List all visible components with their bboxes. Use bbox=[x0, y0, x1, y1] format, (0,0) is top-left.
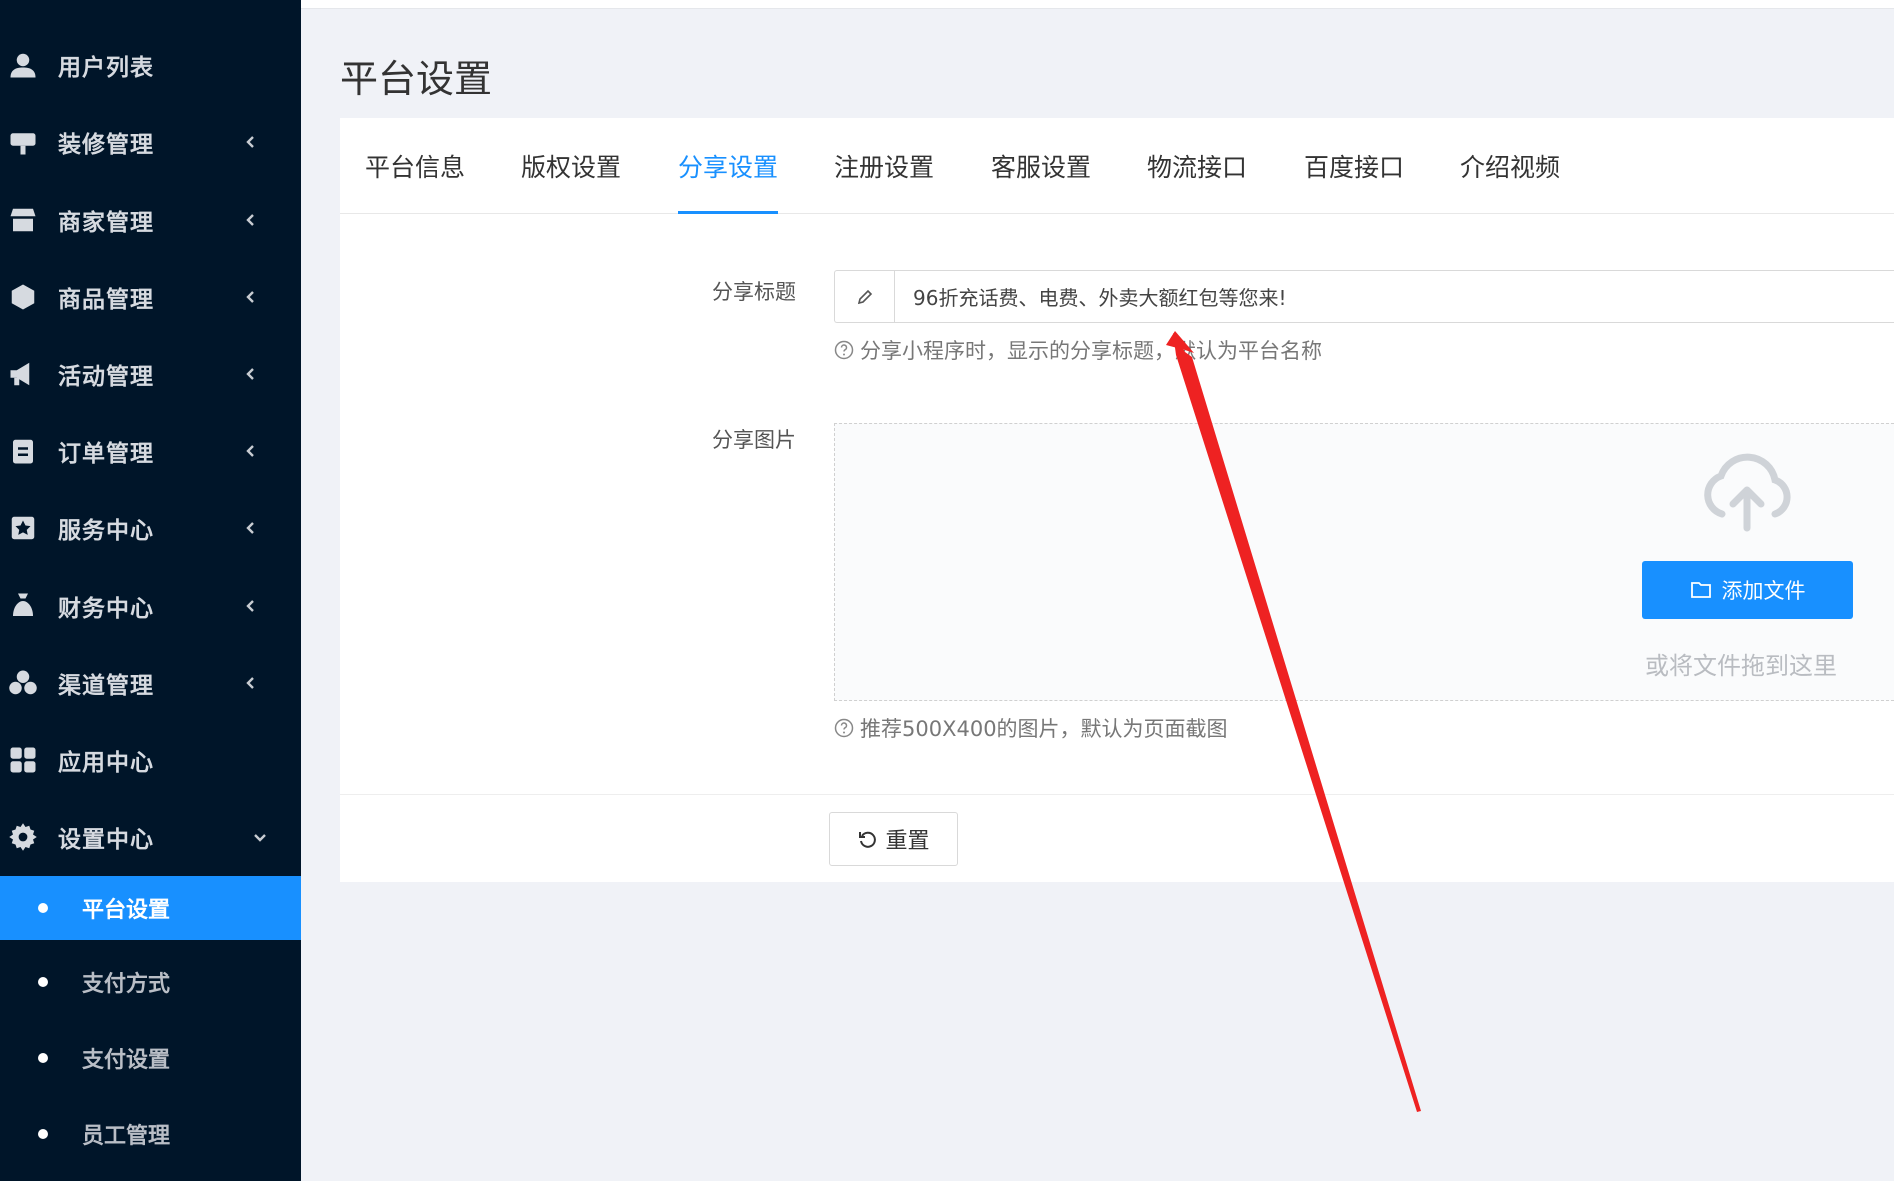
hint-text: 推荐500X400的图片，默认为页面截图 bbox=[860, 717, 1228, 741]
bullet-icon bbox=[38, 1129, 48, 1139]
chevron-left-icon bbox=[246, 677, 254, 689]
chevron-down-icon bbox=[254, 834, 266, 842]
folder-icon bbox=[1690, 582, 1711, 598]
sidebar-item-finance[interactable]: 财务中心 bbox=[0, 574, 301, 638]
box-icon bbox=[11, 284, 35, 310]
sidebar-item-label: 装修管理 bbox=[58, 132, 154, 158]
sidebar-item-decoration[interactable]: 装修管理 bbox=[0, 110, 301, 174]
share-image-label: 分享图片 bbox=[712, 428, 796, 452]
bullet-icon bbox=[38, 903, 48, 913]
share-image-hint: 推荐500X400的图片，默认为页面截图 bbox=[834, 713, 1228, 743]
chevron-left-icon bbox=[246, 522, 254, 534]
input-addon bbox=[835, 271, 895, 322]
reset-button[interactable]: 重置 bbox=[829, 812, 958, 866]
gear-icon bbox=[9, 823, 37, 851]
sidebar-subitem-payment-methods[interactable]: 支付方式 bbox=[0, 950, 301, 1014]
sidebar: 用户列表 装修管理 商家管理 商品管理 活动管理 订单管理 服务中心 财务中心 … bbox=[0, 0, 301, 1181]
share-title-input[interactable]: 96折充话费、电费、外卖大额红包等您来! bbox=[834, 270, 1894, 323]
tab-baidu[interactable]: 百度接口 bbox=[1304, 148, 1404, 214]
tab-copyright[interactable]: 版权设置 bbox=[521, 148, 621, 214]
file-drop-zone[interactable]: 添加文件 或将文件拖到这里 bbox=[834, 423, 1894, 701]
sidebar-item-label: 服务中心 bbox=[58, 518, 154, 544]
chevron-left-icon bbox=[246, 136, 254, 148]
sidebar-item-channels[interactable]: 渠道管理 bbox=[0, 651, 301, 715]
sidebar-item-activities[interactable]: 活动管理 bbox=[0, 342, 301, 406]
add-file-label: 添加文件 bbox=[1721, 579, 1806, 603]
bullet-icon bbox=[38, 1053, 48, 1063]
chevron-left-icon bbox=[246, 600, 254, 612]
sidebar-subitem-label: 平台设置 bbox=[82, 898, 171, 923]
sidebar-item-label: 设置中心 bbox=[58, 827, 154, 853]
tab-platform-info[interactable]: 平台信息 bbox=[365, 148, 465, 214]
chevron-left-icon bbox=[246, 291, 254, 303]
share-title-hint: 分享小程序时，显示的分享标题，默认为平台名称 bbox=[834, 335, 1322, 365]
apps-grid-icon bbox=[10, 747, 36, 773]
question-circle-icon bbox=[834, 340, 854, 360]
settings-card: 平台信息 版权设置 分享设置 注册设置 客服设置 物流接口 百度接口 介绍视频 … bbox=[340, 118, 1894, 882]
cubes-icon bbox=[9, 670, 37, 695]
sidebar-item-users[interactable]: 用户列表 bbox=[0, 33, 301, 97]
pencil-icon bbox=[857, 289, 872, 304]
sidebar-subitem-platform-settings[interactable]: 平台设置 bbox=[0, 876, 301, 940]
money-bag-icon bbox=[13, 593, 33, 616]
tab-logistics[interactable]: 物流接口 bbox=[1147, 148, 1247, 214]
sidebar-subitem-label: 支付设置 bbox=[82, 1048, 171, 1073]
sidebar-item-label: 渠道管理 bbox=[58, 673, 154, 699]
page-title: 平台设置 bbox=[340, 57, 493, 101]
share-title-value: 96折充话费、电费、外卖大额红包等您来! bbox=[913, 286, 1287, 310]
add-file-button[interactable]: 添加文件 bbox=[1642, 561, 1853, 619]
megaphone-icon bbox=[10, 362, 30, 386]
question-circle-icon bbox=[834, 718, 854, 738]
sidebar-item-apps[interactable]: 应用中心 bbox=[0, 728, 301, 792]
reset-label: 重置 bbox=[885, 829, 930, 854]
sidebar-item-label: 财务中心 bbox=[58, 596, 154, 622]
sidebar-subitem-payment-settings[interactable]: 支付设置 bbox=[0, 1026, 301, 1090]
tab-intro-video[interactable]: 介绍视频 bbox=[1460, 148, 1560, 214]
clipboard-icon bbox=[13, 439, 33, 464]
sidebar-item-products[interactable]: 商品管理 bbox=[0, 265, 301, 329]
brush-icon bbox=[10, 133, 36, 155]
sidebar-item-label: 商家管理 bbox=[58, 210, 154, 236]
user-icon bbox=[10, 53, 36, 78]
bookmark-star-icon bbox=[11, 516, 35, 540]
reset-icon bbox=[859, 831, 877, 848]
hint-text: 分享小程序时，显示的分享标题，默认为平台名称 bbox=[860, 339, 1322, 363]
sidebar-item-settings[interactable]: 设置中心 bbox=[0, 805, 301, 869]
top-bar bbox=[301, 0, 1894, 9]
tab-register[interactable]: 注册设置 bbox=[834, 148, 934, 214]
tab-customer-service[interactable]: 客服设置 bbox=[991, 148, 1091, 214]
sidebar-subitem-label: 员工管理 bbox=[82, 1124, 171, 1149]
tab-bar: 平台信息 版权设置 分享设置 注册设置 客服设置 物流接口 百度接口 介绍视频 bbox=[340, 118, 1894, 214]
chevron-left-icon bbox=[246, 214, 254, 226]
sidebar-item-orders[interactable]: 订单管理 bbox=[0, 419, 301, 483]
share-title-label: 分享标题 bbox=[712, 280, 796, 304]
cloud-upload-icon bbox=[1704, 453, 1791, 532]
sidebar-item-label: 商品管理 bbox=[58, 287, 154, 313]
chevron-left-icon bbox=[246, 445, 254, 457]
chevron-left-icon bbox=[246, 368, 254, 380]
sidebar-item-label: 活动管理 bbox=[58, 364, 154, 390]
sidebar-subitem-label: 支付方式 bbox=[82, 972, 171, 997]
sidebar-item-label: 用户列表 bbox=[58, 55, 154, 81]
store-icon bbox=[10, 208, 36, 232]
sidebar-subitem-staff[interactable]: 员工管理 bbox=[0, 1102, 301, 1166]
sidebar-item-service[interactable]: 服务中心 bbox=[0, 496, 301, 560]
sidebar-item-label: 应用中心 bbox=[58, 750, 154, 776]
sidebar-item-merchants[interactable]: 商家管理 bbox=[0, 188, 301, 252]
divider bbox=[340, 794, 1894, 795]
drag-hint-text: 或将文件拖到这里 bbox=[1645, 652, 1837, 680]
tab-share[interactable]: 分享设置 bbox=[678, 148, 779, 214]
bullet-icon bbox=[38, 977, 48, 987]
sidebar-item-label: 订单管理 bbox=[58, 441, 154, 467]
